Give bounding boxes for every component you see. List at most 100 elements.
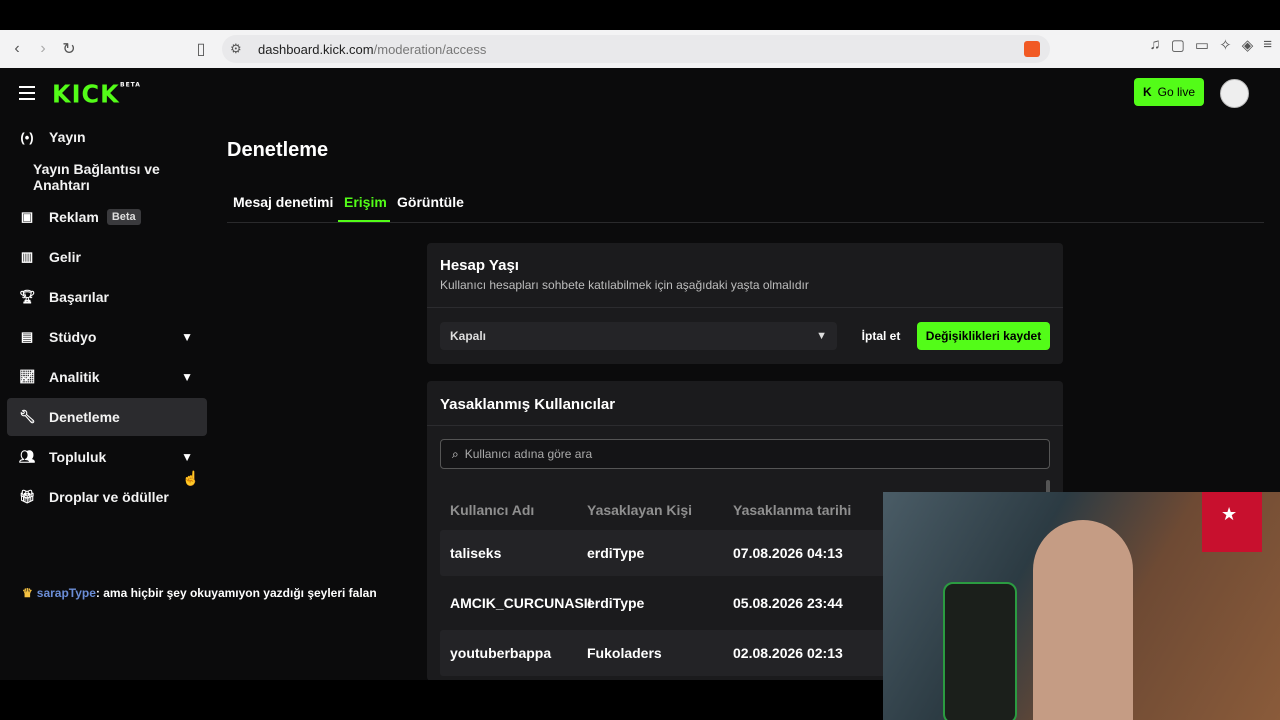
screen-bottom-bar bbox=[0, 680, 883, 720]
url-host: dashboard.kick.com bbox=[258, 41, 374, 57]
revenue-icon: ▥ bbox=[20, 249, 34, 264]
logo-beta-tag: BETA bbox=[120, 81, 141, 89]
sidebar-icon[interactable]: ▢ bbox=[1171, 36, 1185, 54]
browser-toolbar: ‹ › ↻ ▯ ⚙ dashboard.kick.com/moderation/… bbox=[0, 30, 1280, 68]
banned-users-title: Yasaklanmış Kullanıcılar bbox=[440, 396, 616, 413]
sidebar-item-stream-key[interactable]: Yayın Bağlantısı ve Anahtarı bbox=[7, 158, 207, 196]
sidebar-item-topluluk[interactable]: 👥︎ Topluluk ▼ bbox=[7, 438, 207, 476]
chevron-down-icon: ▼ bbox=[181, 450, 193, 464]
cancel-button[interactable]: İptal et bbox=[852, 322, 910, 350]
tab-mesaj-denetimi[interactable]: Mesaj denetimi bbox=[233, 194, 333, 210]
search-placeholder: Kullanıcı adına göre ara bbox=[464, 447, 593, 461]
column-username[interactable]: Kullanıcı Adı bbox=[450, 502, 534, 518]
sidebar-item-gelir[interactable]: ▥ Gelir bbox=[7, 238, 207, 276]
webcam-overlay: ★ bbox=[883, 492, 1280, 720]
reload-icon[interactable]: ↻ bbox=[56, 36, 82, 62]
wrench-icon: 🔧︎ bbox=[19, 409, 36, 424]
site-settings-icon[interactable]: ⚙ bbox=[230, 41, 246, 57]
forward-icon[interactable]: › bbox=[30, 36, 56, 62]
sidebar-item-basarilar[interactable]: 🏆︎ Başarılar bbox=[7, 278, 207, 316]
account-age-card: Hesap Yaşı Kullanıcı hesapları sohbete k… bbox=[427, 243, 1063, 364]
sidebar-item-label: Başarılar bbox=[49, 289, 109, 305]
card-divider bbox=[427, 425, 1063, 426]
chat-message: : ama hiçbir şey okuyamıyon yazdığı şeyl… bbox=[95, 586, 377, 600]
browser-actions: ♫ ▢ ▭ ✧ ◈ ≡ bbox=[1149, 36, 1272, 54]
sidebar-item-label: Yayın bbox=[49, 129, 86, 145]
studio-icon: ▤ bbox=[20, 329, 34, 344]
row-ban-date: 02.08.2026 02:13 bbox=[733, 645, 843, 661]
sidebar-item-label: Reklam bbox=[49, 209, 99, 225]
row-ban-date: 07.08.2026 04:13 bbox=[733, 545, 843, 561]
tab-erisim[interactable]: Erişim bbox=[344, 194, 387, 210]
kick-logo[interactable]: KICK BETA bbox=[52, 79, 140, 108]
sidebar-item-reklam[interactable]: ▣ Reklam Beta bbox=[7, 198, 207, 236]
sidebar-item-denetleme[interactable]: 🔧︎ Denetleme bbox=[7, 398, 207, 436]
avatar[interactable] bbox=[1220, 79, 1249, 108]
row-banned-by: erdiType bbox=[587, 595, 645, 611]
row-banned-by: Fukoladers bbox=[587, 645, 662, 661]
flag-image: ★ bbox=[1202, 492, 1262, 552]
sidebar-item-label: Analitik bbox=[49, 369, 100, 385]
community-icon: 👥︎ bbox=[19, 449, 36, 464]
broadcast-icon: (•) bbox=[20, 129, 34, 145]
sidebar-item-yayin[interactable]: (•) Yayın bbox=[7, 118, 207, 156]
hamburger-icon[interactable] bbox=[19, 86, 35, 104]
go-live-button[interactable]: K Go live bbox=[1134, 78, 1204, 106]
row-username: youtuberbappa bbox=[450, 645, 552, 661]
gift-icon: 🎁︎ bbox=[19, 489, 36, 504]
tab-goruntule[interactable]: Görüntüle bbox=[397, 194, 464, 210]
chevron-down-icon: ▼ bbox=[181, 370, 193, 384]
account-age-select[interactable]: Kapalı ▼ bbox=[440, 322, 837, 350]
sidebar-item-label: Yayın Bağlantısı ve Anahtarı bbox=[33, 161, 160, 193]
kick-k-icon: K bbox=[1142, 85, 1152, 99]
streamer-image bbox=[1033, 520, 1133, 720]
screen-top-bar bbox=[0, 0, 1280, 30]
brave-shield-icon[interactable] bbox=[1024, 41, 1040, 57]
beta-badge: Beta bbox=[106, 209, 141, 225]
sidebar-item-label: Topluluk bbox=[49, 449, 107, 465]
active-tab-indicator bbox=[338, 220, 390, 222]
sidebar-item-label: Gelir bbox=[49, 249, 81, 265]
column-ban-date[interactable]: Yasaklanma tarihi bbox=[733, 502, 851, 518]
search-icon: ⌕ bbox=[452, 446, 459, 461]
crown-icon: ♛ bbox=[22, 586, 33, 600]
url-bar[interactable]: ⚙ dashboard.kick.com/moderation/access bbox=[222, 35, 1050, 63]
save-changes-button[interactable]: Değişiklikleri kaydet bbox=[917, 322, 1050, 350]
banned-user-search-input[interactable]: ⌕ Kullanıcı adına göre ara bbox=[440, 439, 1050, 469]
sidebar-item-analitik[interactable]: 📈︎ Analitik ▼ bbox=[7, 358, 207, 396]
vpn-icon[interactable]: ◈ bbox=[1242, 36, 1254, 54]
browser-menu-icon[interactable]: ≡ bbox=[1263, 36, 1272, 54]
page-title: Denetleme bbox=[227, 139, 329, 161]
account-age-select-value: Kapalı bbox=[450, 329, 487, 343]
row-username: taliseks bbox=[450, 545, 502, 561]
chat-username: sarapType bbox=[36, 586, 96, 600]
ad-icon: ▣ bbox=[20, 209, 34, 224]
row-ban-date: 05.08.2026 23:44 bbox=[733, 595, 843, 611]
analytics-icon: 📈︎ bbox=[19, 369, 36, 384]
column-banned-by[interactable]: Yasaklayan Kişi bbox=[587, 502, 692, 518]
chat-overlay-line: ♛ sarapType: ama hiçbir şey okuyamıyon ya… bbox=[22, 586, 377, 600]
sidebar-item-droplar[interactable]: 🎁︎ Droplar ve ödüller bbox=[7, 478, 207, 516]
account-age-title: Hesap Yaşı bbox=[440, 257, 519, 274]
row-banned-by: erdiType bbox=[587, 545, 645, 561]
account-age-subtitle: Kullanıcı hesapları sohbete katılabilmek… bbox=[440, 278, 809, 292]
trophy-icon: 🏆︎ bbox=[19, 289, 36, 304]
mouse-pointer-icon: ☝ bbox=[182, 470, 200, 486]
bookmark-icon[interactable]: ▯ bbox=[188, 36, 214, 62]
sidebar-item-label: Stüdyo bbox=[49, 329, 97, 345]
go-live-label: Go live bbox=[1157, 85, 1196, 99]
chevron-down-icon: ▼ bbox=[816, 330, 827, 342]
sidebar-item-studyo[interactable]: ▤ Stüdyo ▼ bbox=[7, 318, 207, 356]
moderation-tabs: Mesaj denetimi Erişim Görüntüle bbox=[227, 188, 1264, 223]
row-username: AMCIK_CURCUNASII bbox=[450, 595, 592, 611]
card-divider bbox=[427, 307, 1063, 308]
sidebar-item-label: Denetleme bbox=[49, 409, 120, 425]
sidebar-item-label: Droplar ve ödüller bbox=[49, 489, 169, 505]
ai-icon[interactable]: ✧ bbox=[1219, 36, 1232, 54]
url-path: /moderation/access bbox=[373, 41, 487, 57]
chevron-down-icon: ▼ bbox=[181, 330, 193, 344]
gaming-chair-image bbox=[943, 582, 1017, 720]
media-icon[interactable]: ♫ bbox=[1149, 36, 1160, 54]
wallet-icon[interactable]: ▭ bbox=[1195, 36, 1209, 54]
back-icon[interactable]: ‹ bbox=[4, 36, 30, 62]
